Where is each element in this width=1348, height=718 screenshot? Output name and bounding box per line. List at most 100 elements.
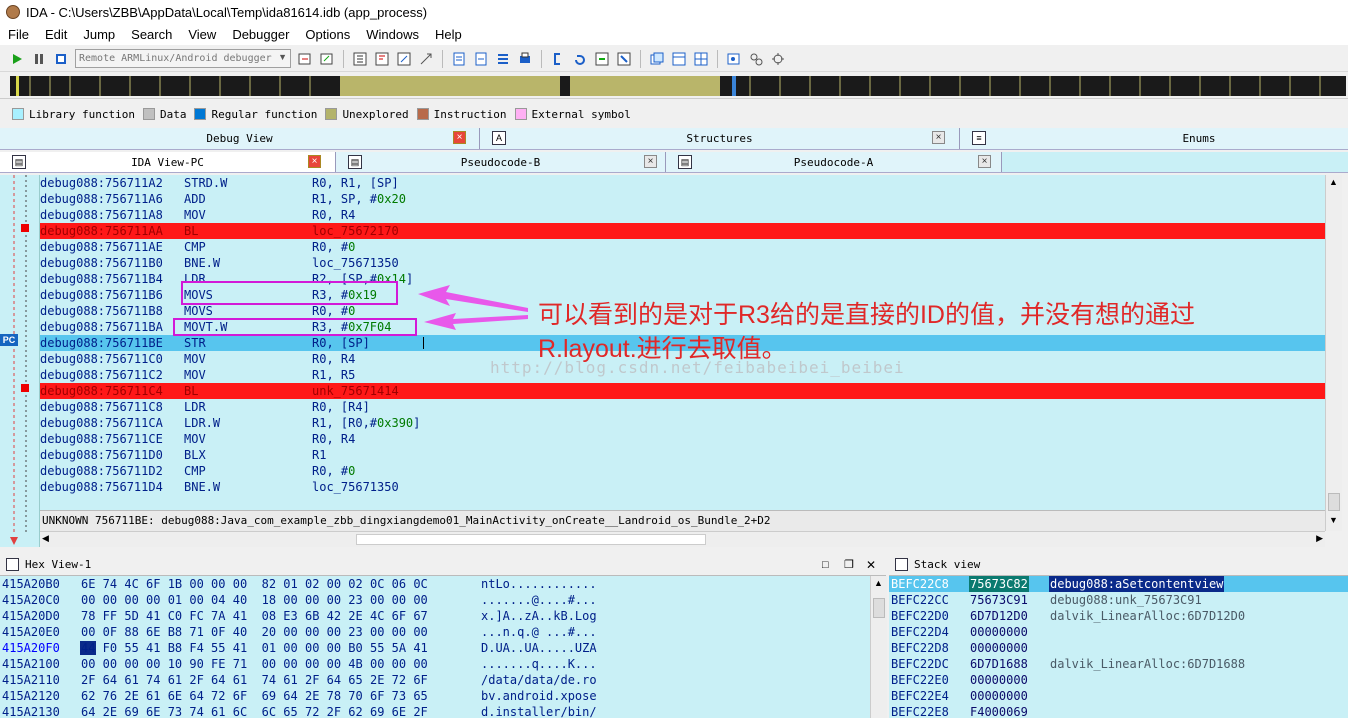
toolbar-separator [640, 49, 641, 68]
jump-back-icon[interactable] [450, 50, 468, 68]
menu-options[interactable]: Options [297, 25, 358, 45]
loop-arrow-icon[interactable] [571, 50, 589, 68]
pause-process-icon[interactable] [30, 50, 48, 68]
tab-debug-view[interactable]: Debug View × [0, 128, 480, 149]
code-line-breakpoint[interactable]: debug088:756711AA BL loc_75672170 [40, 223, 1325, 239]
tab-pseudocode-b[interactable]: ▤ Pseudocode-B × [336, 152, 666, 172]
close-icon[interactable]: × [932, 131, 945, 144]
highlight-box-movs [181, 281, 398, 305]
scroll-right-icon[interactable]: ▶ [1316, 533, 1323, 544]
step-over-icon[interactable] [373, 50, 391, 68]
code-gutter[interactable]: PC [0, 175, 40, 547]
stack-row[interactable]: BEFC22D8 00000000 [889, 640, 1348, 656]
add-breakpoint-icon[interactable] [725, 50, 743, 68]
annotation-line-2: R.layout.进行去取值。 [538, 335, 787, 363]
tab-ida-view-pc[interactable]: ▤ IDA View-PC × [0, 152, 336, 172]
code-line[interactable]: debug088:756711D0 BLX R1 [40, 447, 1325, 463]
breakpoint-list-icon[interactable] [747, 50, 765, 68]
tracing-icon[interactable] [769, 50, 787, 68]
code-line[interactable]: debug088:756711D2 CMP R0, #0 [40, 463, 1325, 479]
scroll-thumb[interactable] [1328, 493, 1340, 511]
menu-edit[interactable]: Edit [37, 25, 75, 45]
attach-icon[interactable] [296, 50, 314, 68]
code-horizontal-scrollbar[interactable]: ◀ ▶ [40, 531, 1325, 547]
scroll-thumb[interactable] [356, 534, 706, 545]
stack-row[interactable]: BEFC22D4 00000000 [889, 624, 1348, 640]
stack-row[interactable]: BEFC22E4 00000000 [889, 688, 1348, 704]
code-line[interactable]: debug088:756711CA LDR.W R1, [R0,#0x390] [40, 415, 1325, 431]
scroll-thumb[interactable] [873, 598, 885, 618]
code-line[interactable]: debug088:756711C8 LDR R0, [R4] [40, 399, 1325, 415]
menu-debugger[interactable]: Debugger [224, 25, 297, 45]
stack-row[interactable]: BEFC22E8 F4000069 [889, 704, 1348, 718]
scroll-left-icon[interactable]: ◀ [42, 533, 49, 544]
code-line-breakpoint[interactable]: debug088:756711C4 BL unk_75671414 [40, 383, 1325, 399]
restore-icon[interactable]: ❐ [844, 558, 854, 571]
code-vertical-scrollbar[interactable]: ▲ ▼ [1325, 175, 1342, 531]
pc-marker: PC [0, 334, 18, 346]
scroll-up-icon[interactable]: ▲ [874, 578, 883, 588]
annotation-line-1: 可以看到的是对于R3给的是直接的ID的值，并没有想的通过 [538, 301, 1195, 329]
detach-icon[interactable] [318, 50, 336, 68]
cascade-windows-icon[interactable] [670, 50, 688, 68]
menu-view[interactable]: View [180, 25, 224, 45]
structures-icon: A [492, 131, 506, 145]
close-icon[interactable]: × [453, 131, 466, 144]
stack-row[interactable]: BEFC22E0 00000000 [889, 672, 1348, 688]
code-line[interactable]: debug088:756711A8 MOV R0, R4 [40, 207, 1325, 223]
code-line[interactable]: debug088:756711D4 BNE.W loc_75671350 [40, 479, 1325, 495]
stack-row[interactable]: BEFC22CC 75673C91 debug088:unk_75673C91 [889, 592, 1348, 608]
code-line[interactable]: debug088:756711CE MOV R0, R4 [40, 431, 1325, 447]
menu-jump[interactable]: Jump [75, 25, 123, 45]
hex-vertical-scrollbar[interactable]: ▲ [870, 576, 887, 718]
tab-enums[interactable]: ≡ Enums [960, 128, 1348, 149]
new-window-icon[interactable] [648, 50, 666, 68]
menu-help[interactable]: Help [427, 25, 470, 45]
navigation-band[interactable] [0, 73, 1348, 99]
step-out-icon[interactable] [615, 50, 633, 68]
close-icon[interactable]: ✕ [866, 558, 876, 572]
start-process-icon[interactable] [8, 50, 26, 68]
legend-item: Unexplored [325, 108, 409, 121]
close-icon[interactable]: × [978, 155, 991, 168]
code-line[interactable]: debug088:756711B0 BNE.W loc_75671350 [40, 255, 1325, 271]
close-icon[interactable]: × [644, 155, 657, 168]
panel-splitter[interactable] [0, 547, 1348, 554]
legend-swatch [12, 108, 24, 120]
menu-windows[interactable]: Windows [358, 25, 427, 45]
code-line[interactable]: debug088:756711A6 ADD R1, SP, #0x20 [40, 191, 1325, 207]
code-line[interactable]: debug088:756711A2 STRD.W R0, R1, [SP] [40, 175, 1325, 191]
stack-row[interactable]: BEFC22DC 6D7D1688 dalvik_LinearAlloc:6D7D1… [889, 656, 1348, 672]
code-line[interactable]: debug088:756711AE CMP R0, #0 [40, 239, 1325, 255]
run-to-cursor-icon[interactable] [417, 50, 435, 68]
step-into-green-icon[interactable] [593, 50, 611, 68]
menu-search[interactable]: Search [123, 25, 180, 45]
navigation-strip[interactable] [10, 76, 1346, 96]
tab-structures[interactable]: A Structures × [480, 128, 960, 149]
hex-view[interactable]: 415A20B0 6E 74 4C 6F 1B 00 00 00 82 01 02… [0, 576, 870, 718]
scroll-down-icon[interactable]: ▼ [1329, 515, 1338, 525]
list-functions-icon[interactable] [494, 50, 512, 68]
print-icon[interactable] [516, 50, 534, 68]
scroll-up-icon[interactable]: ▲ [1329, 177, 1338, 187]
open-bracket-icon[interactable] [549, 50, 567, 68]
stack-view[interactable]: BEFC22C8 75673C82 debug088:aSetcontentview… [889, 576, 1348, 718]
menu-file[interactable]: File [0, 25, 37, 45]
stack-row[interactable]: BEFC22D0 6D7D12D0 dalvik_LinearAlloc:6D7D1… [889, 608, 1348, 624]
legend-item: Data [142, 108, 186, 121]
stack-row-active[interactable]: BEFC22C8 75673C82 debug088:aSetcontentview [889, 576, 1348, 592]
close-icon[interactable]: × [308, 155, 321, 168]
maximize-icon[interactable]: □ [822, 559, 829, 571]
stop-process-icon[interactable] [52, 50, 70, 68]
legend-swatch [194, 108, 207, 120]
tab-pseudocode-a[interactable]: ▤ Pseudocode-A × [666, 152, 1002, 172]
step-into-icon[interactable] [351, 50, 369, 68]
debugger-select[interactable]: Remote ARMLinux/Android debugger ▼ [75, 49, 291, 68]
address-status-line: UNKNOWN 756711BE: debug088:Java_com_exam… [40, 510, 1325, 531]
stack-view-icon [895, 558, 908, 571]
run-until-return-icon[interactable] [395, 50, 413, 68]
tile-windows-icon[interactable] [692, 50, 710, 68]
breakpoint-icon[interactable] [21, 224, 29, 232]
breakpoint-icon[interactable] [21, 384, 29, 392]
jump-forward-icon[interactable] [472, 50, 490, 68]
